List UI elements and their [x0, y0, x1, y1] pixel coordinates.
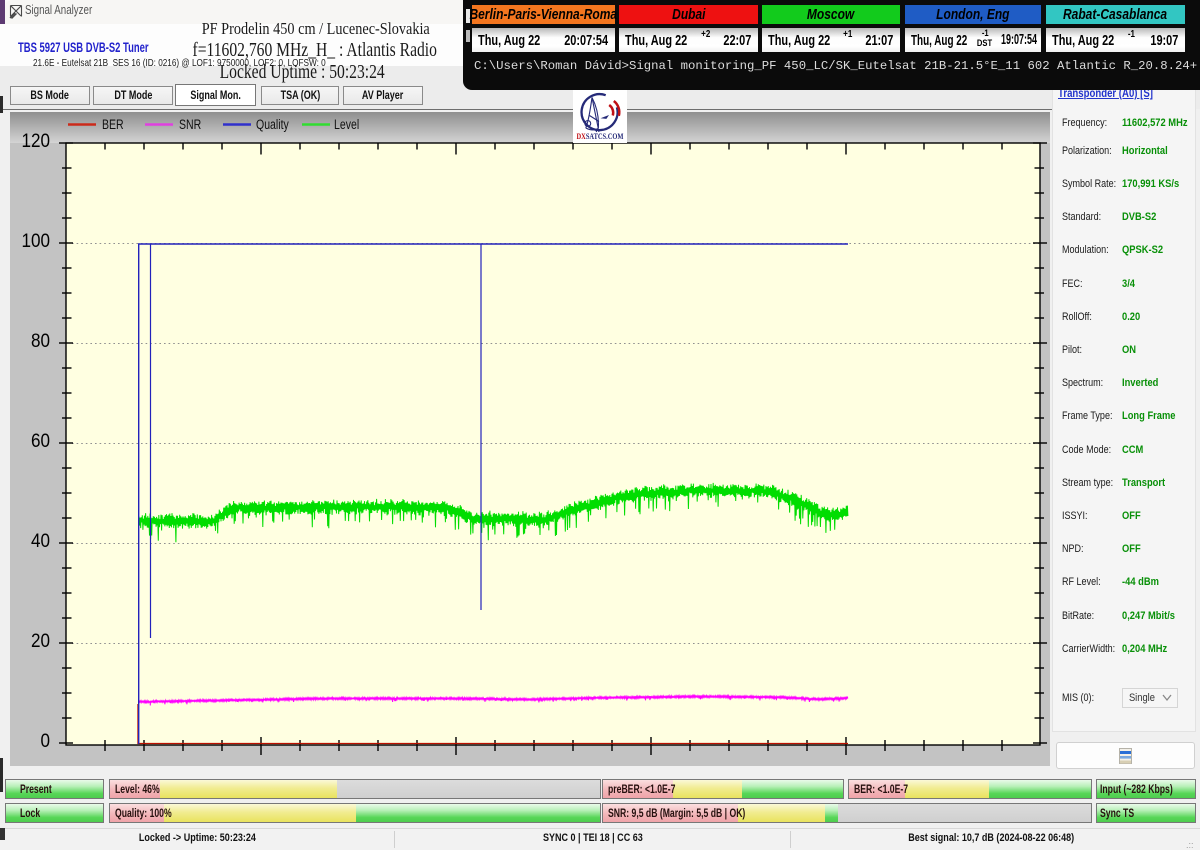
svg-text:DXSATCS.COM: DXSATCS.COM: [577, 132, 624, 141]
